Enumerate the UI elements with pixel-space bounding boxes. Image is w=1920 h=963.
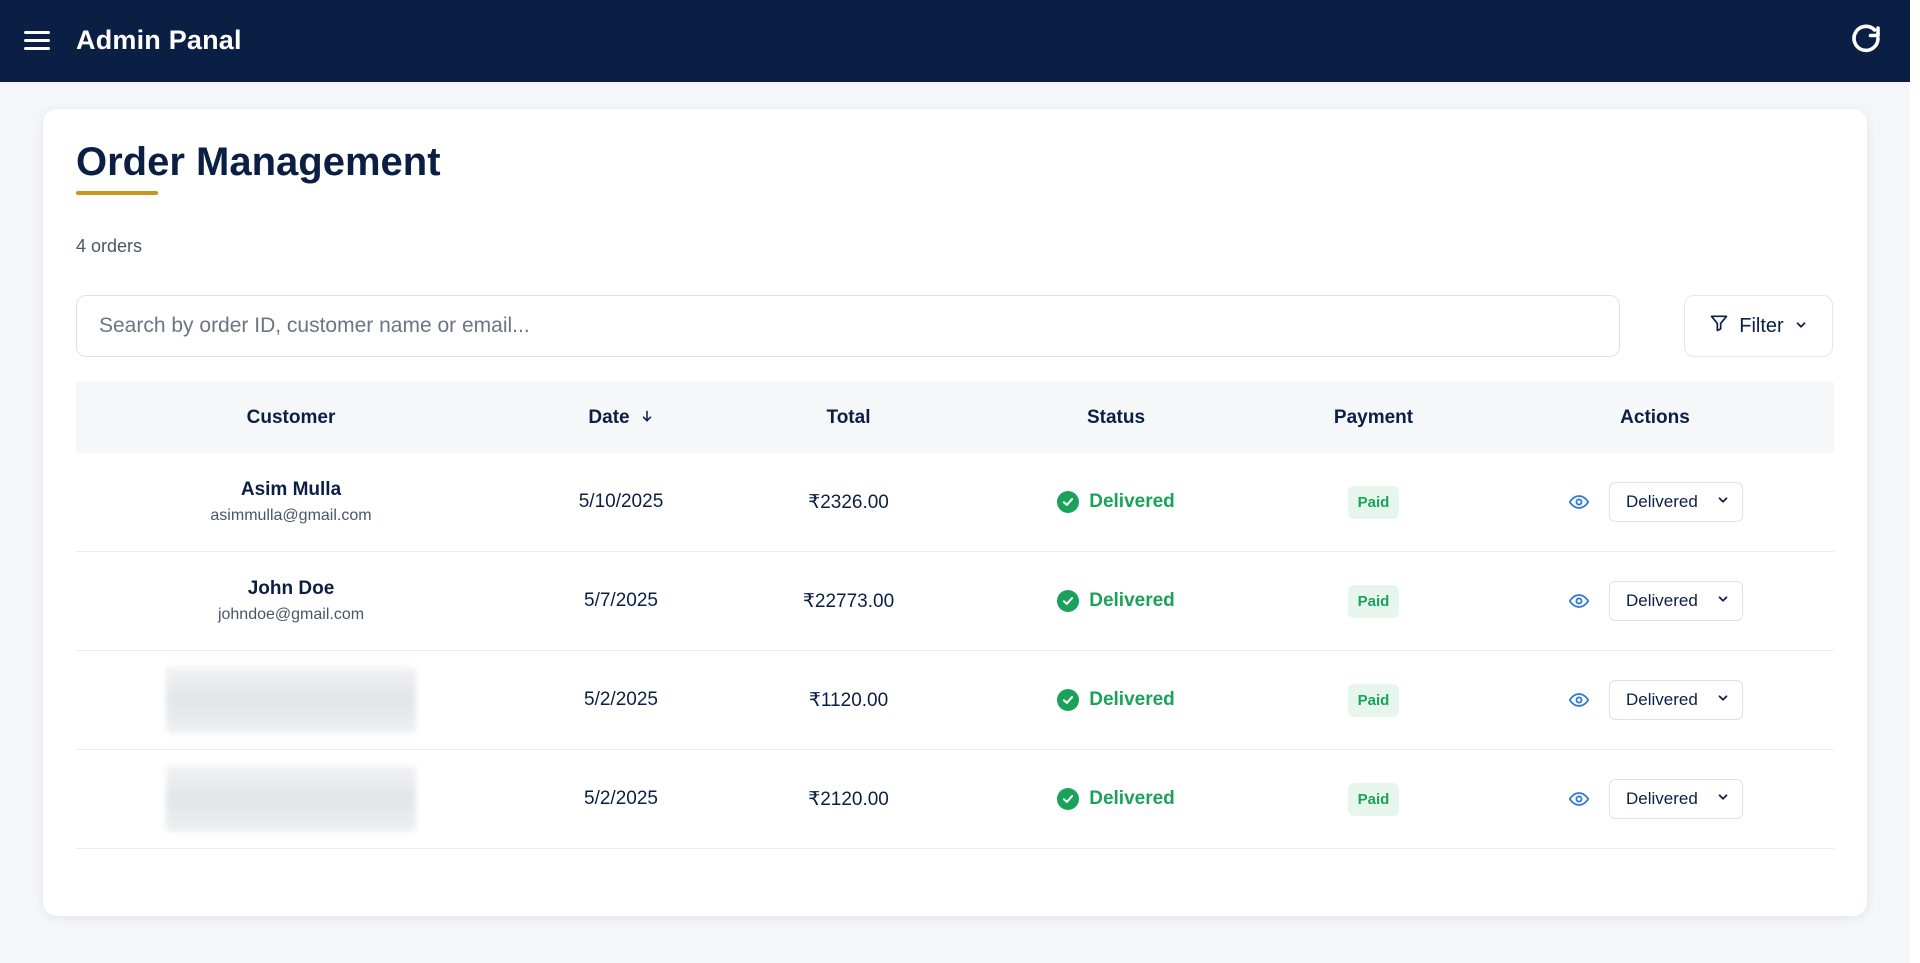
header-actions: Actions <box>1620 407 1690 428</box>
status-select-value: Delivered <box>1626 789 1698 808</box>
payment-badge: Paid <box>1347 683 1400 717</box>
filter-button[interactable]: Filter <box>1684 295 1833 357</box>
table-row: 5/2/2025 ₹2120.00 Delivered Paid Deliver… <box>76 750 1834 849</box>
status-select[interactable]: Delivered <box>1609 680 1743 720</box>
status-text: Delivered <box>1089 590 1175 611</box>
payment-badge: Paid <box>1347 782 1400 816</box>
app-title: Admin Panal <box>76 25 242 55</box>
order-total: ₹2120.00 <box>808 788 889 810</box>
scrollbar-track[interactable] <box>1910 0 1920 963</box>
view-eye-icon[interactable] <box>1567 490 1591 514</box>
redacted-customer-info <box>166 766 416 832</box>
customer-name: John Doe <box>247 578 335 599</box>
order-total: ₹1120.00 <box>808 689 889 711</box>
check-circle-icon <box>1057 788 1080 810</box>
header-customer: Customer <box>246 407 336 428</box>
top-navbar: Admin Panal <box>0 0 1910 82</box>
header-status: Status <box>1086 407 1146 428</box>
check-circle-icon <box>1057 689 1080 711</box>
check-circle-icon <box>1057 491 1080 513</box>
header-date[interactable]: Date <box>506 382 736 453</box>
payment-cell: Paid <box>1271 651 1476 749</box>
status-select-value: Delivered <box>1626 591 1698 610</box>
status-text: Delivered <box>1089 689 1175 710</box>
filter-label: Filter <box>1739 314 1784 337</box>
payment-badge: Paid <box>1347 584 1400 618</box>
table-row: 5/2/2025 ₹1120.00 Delivered Paid Deliver… <box>76 651 1834 750</box>
chevron-down-icon <box>1716 690 1730 710</box>
view-eye-icon[interactable] <box>1567 787 1591 811</box>
table-row: Asim Mulla asimmulla@gmail.com 5/10/2025 … <box>76 453 1834 552</box>
status-select[interactable]: Delivered <box>1609 779 1743 819</box>
chevron-down-icon <box>1716 492 1730 512</box>
funnel-icon <box>1709 313 1729 339</box>
customer-cell <box>76 651 506 749</box>
order-date: 5/2/2025 <box>584 788 658 809</box>
order-date: 5/10/2025 <box>578 491 664 512</box>
refresh-icon[interactable] <box>1848 22 1884 58</box>
actions-cell: Delivered <box>1476 453 1834 551</box>
customer-cell: Asim Mulla asimmulla@gmail.com <box>76 453 506 551</box>
actions-cell: Delivered <box>1476 552 1834 650</box>
payment-cell: Paid <box>1271 453 1476 551</box>
status-select-value: Delivered <box>1626 690 1698 709</box>
status-cell: Delivered <box>961 453 1271 551</box>
order-count: 4 orders <box>76 236 143 256</box>
status-select[interactable]: Delivered <box>1609 581 1743 621</box>
customer-cell: John Doe johndoe@gmail.com <box>76 552 506 650</box>
status-text: Delivered <box>1089 788 1175 809</box>
table-header: Customer Date Total Status Payment Actio… <box>76 382 1834 453</box>
search-input[interactable] <box>76 295 1620 357</box>
table-body: Asim Mulla asimmulla@gmail.com 5/10/2025 … <box>76 453 1834 849</box>
order-date: 5/7/2025 <box>584 590 658 611</box>
payment-cell: Paid <box>1271 552 1476 650</box>
hamburger-menu-icon[interactable] <box>22 26 52 56</box>
status-select[interactable]: Delivered <box>1609 482 1743 522</box>
header-date-label: Date <box>588 407 630 428</box>
customer-cell <box>76 750 506 848</box>
header-payment: Payment <box>1333 407 1414 428</box>
title-underline <box>76 191 158 195</box>
chevron-down-icon <box>1716 591 1730 611</box>
orders-card: Order Management 4 orders Filter Custome… <box>43 109 1867 916</box>
customer-email: asimmulla@gmail.com <box>210 507 372 524</box>
redacted-customer-info <box>166 667 416 733</box>
payment-cell: Paid <box>1271 750 1476 848</box>
arrow-down-icon <box>640 382 654 453</box>
chevron-down-icon <box>1794 315 1808 338</box>
actions-cell: Delivered <box>1476 750 1834 848</box>
view-eye-icon[interactable] <box>1567 589 1591 613</box>
order-date: 5/2/2025 <box>584 689 658 710</box>
status-cell: Delivered <box>961 651 1271 749</box>
view-eye-icon[interactable] <box>1567 688 1591 712</box>
status-text: Delivered <box>1089 491 1175 512</box>
orders-table: Customer Date Total Status Payment Actio… <box>76 382 1834 849</box>
table-row: John Doe johndoe@gmail.com 5/7/2025 ₹2277… <box>76 552 1834 651</box>
customer-email: johndoe@gmail.com <box>217 606 365 623</box>
status-select-value: Delivered <box>1626 492 1698 511</box>
payment-badge: Paid <box>1347 485 1400 519</box>
customer-name: Asim Mulla <box>240 479 342 500</box>
status-cell: Delivered <box>961 552 1271 650</box>
order-total: ₹22773.00 <box>802 590 895 612</box>
check-circle-icon <box>1057 590 1080 612</box>
header-total: Total <box>826 407 871 428</box>
order-total: ₹2326.00 <box>808 491 889 513</box>
status-cell: Delivered <box>961 750 1271 848</box>
chevron-down-icon <box>1716 789 1730 809</box>
actions-cell: Delivered <box>1476 651 1834 749</box>
page-title: Order Management <box>76 140 441 184</box>
